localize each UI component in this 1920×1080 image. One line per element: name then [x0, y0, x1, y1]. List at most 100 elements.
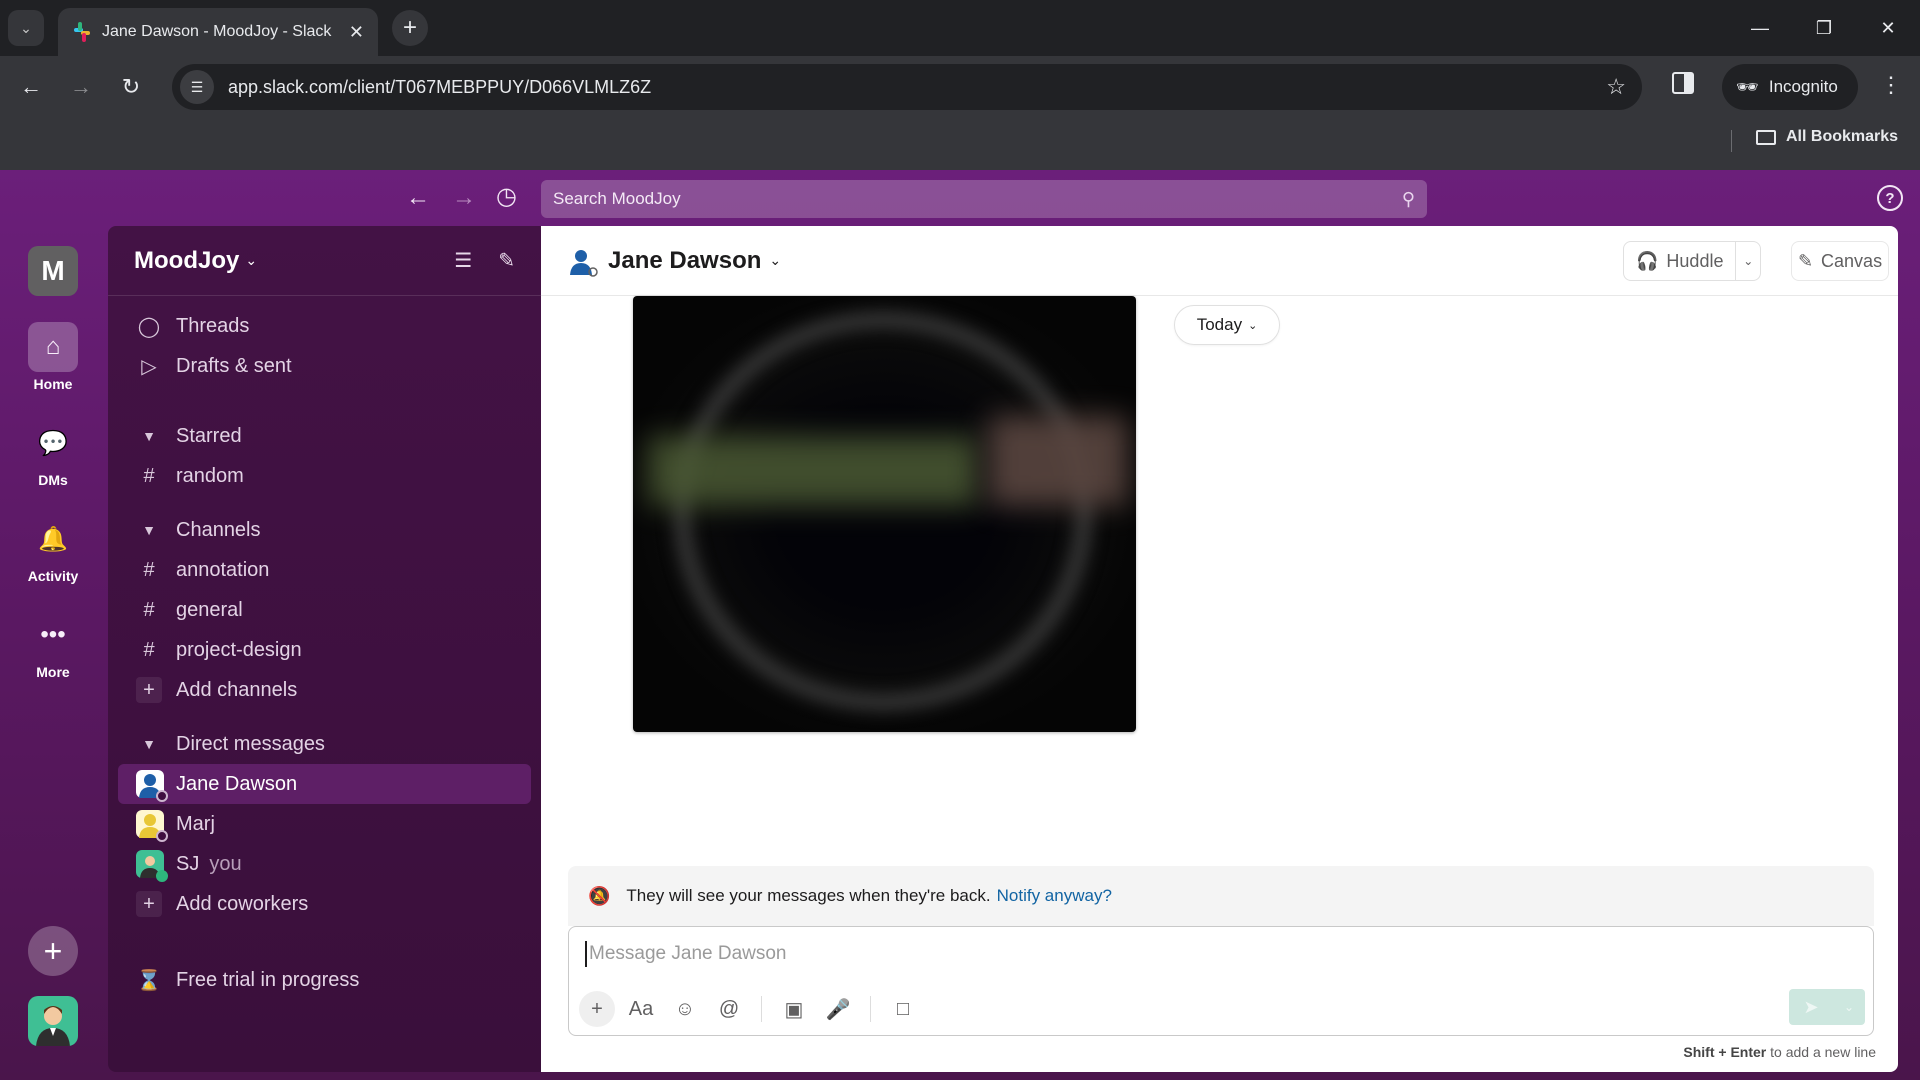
chevron-down-icon: ⌄	[20, 19, 32, 36]
search-placeholder: Search MoodJoy	[553, 189, 681, 208]
history-back-icon[interactable]: ←	[406, 184, 430, 212]
channel-name: random	[176, 464, 244, 487]
minimize-button[interactable]: —	[1728, 0, 1792, 56]
user-avatar[interactable]	[28, 996, 78, 1046]
channel-name: project-design	[176, 638, 302, 661]
sidebar-item-label: Drafts & sent	[176, 354, 292, 377]
sidebar-item-drafts[interactable]: ▷ Drafts & sent	[118, 346, 531, 386]
free-trial-item[interactable]: ⌛ Free trial in progress	[118, 960, 531, 1000]
all-bookmarks-button[interactable]: All Bookmarks	[1756, 128, 1898, 146]
send-button[interactable]: ➤ ⌄	[1789, 989, 1865, 1025]
plus-icon: +	[136, 677, 162, 703]
sidebar-item-channel[interactable]: # project-design	[118, 630, 531, 670]
reload-button[interactable]: ↻	[114, 70, 148, 104]
slack-app: ← → ◷ Search MoodJoy ⚲ ? M ⌂ Home 💬 DMs …	[0, 170, 1920, 1080]
free-trial-label: Free trial in progress	[176, 968, 360, 991]
url-text[interactable]: app.slack.com/client/T067MEBPPUY/D066VLM…	[228, 77, 651, 98]
notify-anyway-link[interactable]: Notify anyway?	[997, 886, 1112, 906]
history-forward-icon[interactable]: →	[452, 184, 476, 212]
message-input[interactable]: Message Jane Dawson	[585, 941, 787, 967]
kebab-icon[interactable]: ⋮	[1880, 72, 1902, 98]
add-channels-button[interactable]: + Add channels	[118, 670, 531, 710]
side-panel-icon[interactable]	[1672, 72, 1694, 94]
hint-text: to add a new line	[1770, 1044, 1876, 1060]
chevron-down-icon[interactable]: ⌄	[245, 252, 257, 269]
slack-top-bar: ← → ◷ Search MoodJoy ⚲ ?	[0, 170, 1920, 226]
sidebar-item-channel[interactable]: # general	[118, 590, 531, 630]
hash-icon: #	[143, 464, 155, 487]
canvas-button[interactable]: ✎ Canvas	[1791, 241, 1889, 281]
workspace-switcher[interactable]: M	[28, 246, 78, 296]
sidebar-item-channel[interactable]: # random	[118, 456, 531, 496]
toolbar-divider	[870, 996, 871, 1022]
message-composer[interactable]: Message Jane Dawson + Aa ☺ @ ▣ 🎤 □ ➤ ⌄	[568, 926, 1874, 1036]
close-window-button[interactable]: ✕	[1856, 0, 1920, 56]
incognito-badge[interactable]: 🕶 Incognito	[1722, 64, 1858, 110]
bookmarks-bar: All Bookmarks	[0, 118, 1920, 170]
slash-command-icon[interactable]: □	[885, 991, 921, 1027]
channel-name: general	[176, 598, 243, 621]
rail-item-home[interactable]: ⌂ Home	[0, 322, 106, 392]
sidebar-item-channel[interactable]: # annotation	[118, 550, 531, 590]
rail-item-more[interactable]: ••• More	[0, 610, 106, 680]
hash-icon: #	[143, 638, 155, 661]
section-direct-messages[interactable]: ▼ Direct messages	[118, 724, 531, 764]
schedule-chevron-icon[interactable]: ⌄	[1833, 1000, 1865, 1014]
image-text-blur	[648, 436, 978, 506]
tab-search-button[interactable]: ⌄	[8, 10, 44, 46]
dm-name: Marj	[176, 812, 215, 835]
send-icon: ▷	[141, 355, 157, 378]
sidebar-item-threads[interactable]: ◯ Threads	[118, 306, 531, 346]
you-label: you	[209, 852, 242, 875]
tab-close-icon[interactable]: ✕	[349, 22, 364, 43]
rail-item-activity[interactable]: 🔔 Activity	[0, 514, 106, 585]
star-icon[interactable]: ☆	[1606, 74, 1626, 100]
hash-icon: #	[143, 558, 155, 581]
dm-item-marj[interactable]: Marj	[118, 804, 531, 844]
huddle-button[interactable]: 🎧 Huddle ⌄	[1623, 241, 1761, 281]
sidebar-item-label: Threads	[176, 314, 250, 337]
attach-plus-icon[interactable]: +	[579, 991, 615, 1027]
emoji-icon[interactable]: ☺	[667, 991, 703, 1027]
video-clip-icon[interactable]: ▣	[776, 991, 812, 1027]
user-icon	[568, 247, 598, 277]
huddle-options-chevron-icon[interactable]: ⌄	[1736, 254, 1760, 268]
site-info-icon[interactable]: ☰	[180, 70, 214, 104]
folder-icon	[1756, 129, 1776, 145]
chevron-down-icon[interactable]: ⌄	[769, 252, 781, 269]
message-image-attachment[interactable]	[633, 296, 1136, 732]
composer-hint: Shift + Enter to add a new line	[1683, 1044, 1876, 1060]
dm-item-jane-dawson[interactable]: Jane Dawson	[118, 764, 531, 804]
workspace-name[interactable]: MoodJoy	[134, 247, 239, 275]
rail-item-dms[interactable]: 💬 DMs	[0, 418, 106, 489]
section-starred[interactable]: ▼ Starred	[118, 416, 531, 456]
add-coworkers-button[interactable]: + Add coworkers	[118, 884, 531, 924]
new-tab-button[interactable]: +	[392, 10, 428, 46]
history-clock-icon[interactable]: ◷	[496, 182, 517, 211]
conversation-title[interactable]: Jane Dawson	[608, 247, 761, 275]
section-channels[interactable]: ▼ Channels	[118, 510, 531, 550]
forward-button[interactable]: →	[64, 70, 98, 104]
browser-tab-active[interactable]: Jane Dawson - MoodJoy - Slack ✕	[58, 8, 378, 56]
bell-icon: 🔔	[38, 525, 68, 553]
home-icon: ⌂	[28, 322, 78, 372]
dm-item-sj[interactable]: SJ you	[118, 844, 531, 884]
browser-tab-strip: ⌄ Jane Dawson - MoodJoy - Slack ✕ + — ❐ …	[0, 0, 1920, 56]
microphone-icon[interactable]: 🎤	[820, 991, 856, 1027]
filter-icon[interactable]: ☰	[454, 248, 472, 273]
help-icon[interactable]: ?	[1877, 185, 1903, 211]
address-bar[interactable]: ☰ app.slack.com/client/T067MEBPPUY/D066V…	[172, 64, 1642, 110]
mention-icon[interactable]: @	[711, 991, 747, 1027]
more-icon: •••	[40, 621, 66, 648]
search-icon: ⚲	[1401, 188, 1415, 209]
huddle-label: Huddle	[1666, 250, 1724, 271]
date-divider-button[interactable]: Today ⌄	[1174, 305, 1280, 345]
sidebar-header: MoodJoy ⌄ ☰ ✎	[108, 226, 541, 296]
back-button[interactable]: ←	[14, 70, 48, 104]
search-input[interactable]: Search MoodJoy ⚲	[541, 180, 1427, 218]
formatting-icon[interactable]: Aa	[623, 991, 659, 1027]
compose-icon[interactable]: ✎	[498, 248, 515, 273]
status-icon	[156, 870, 168, 882]
restore-button[interactable]: ❐	[1792, 0, 1856, 56]
add-workspace-button[interactable]: +	[28, 926, 78, 976]
